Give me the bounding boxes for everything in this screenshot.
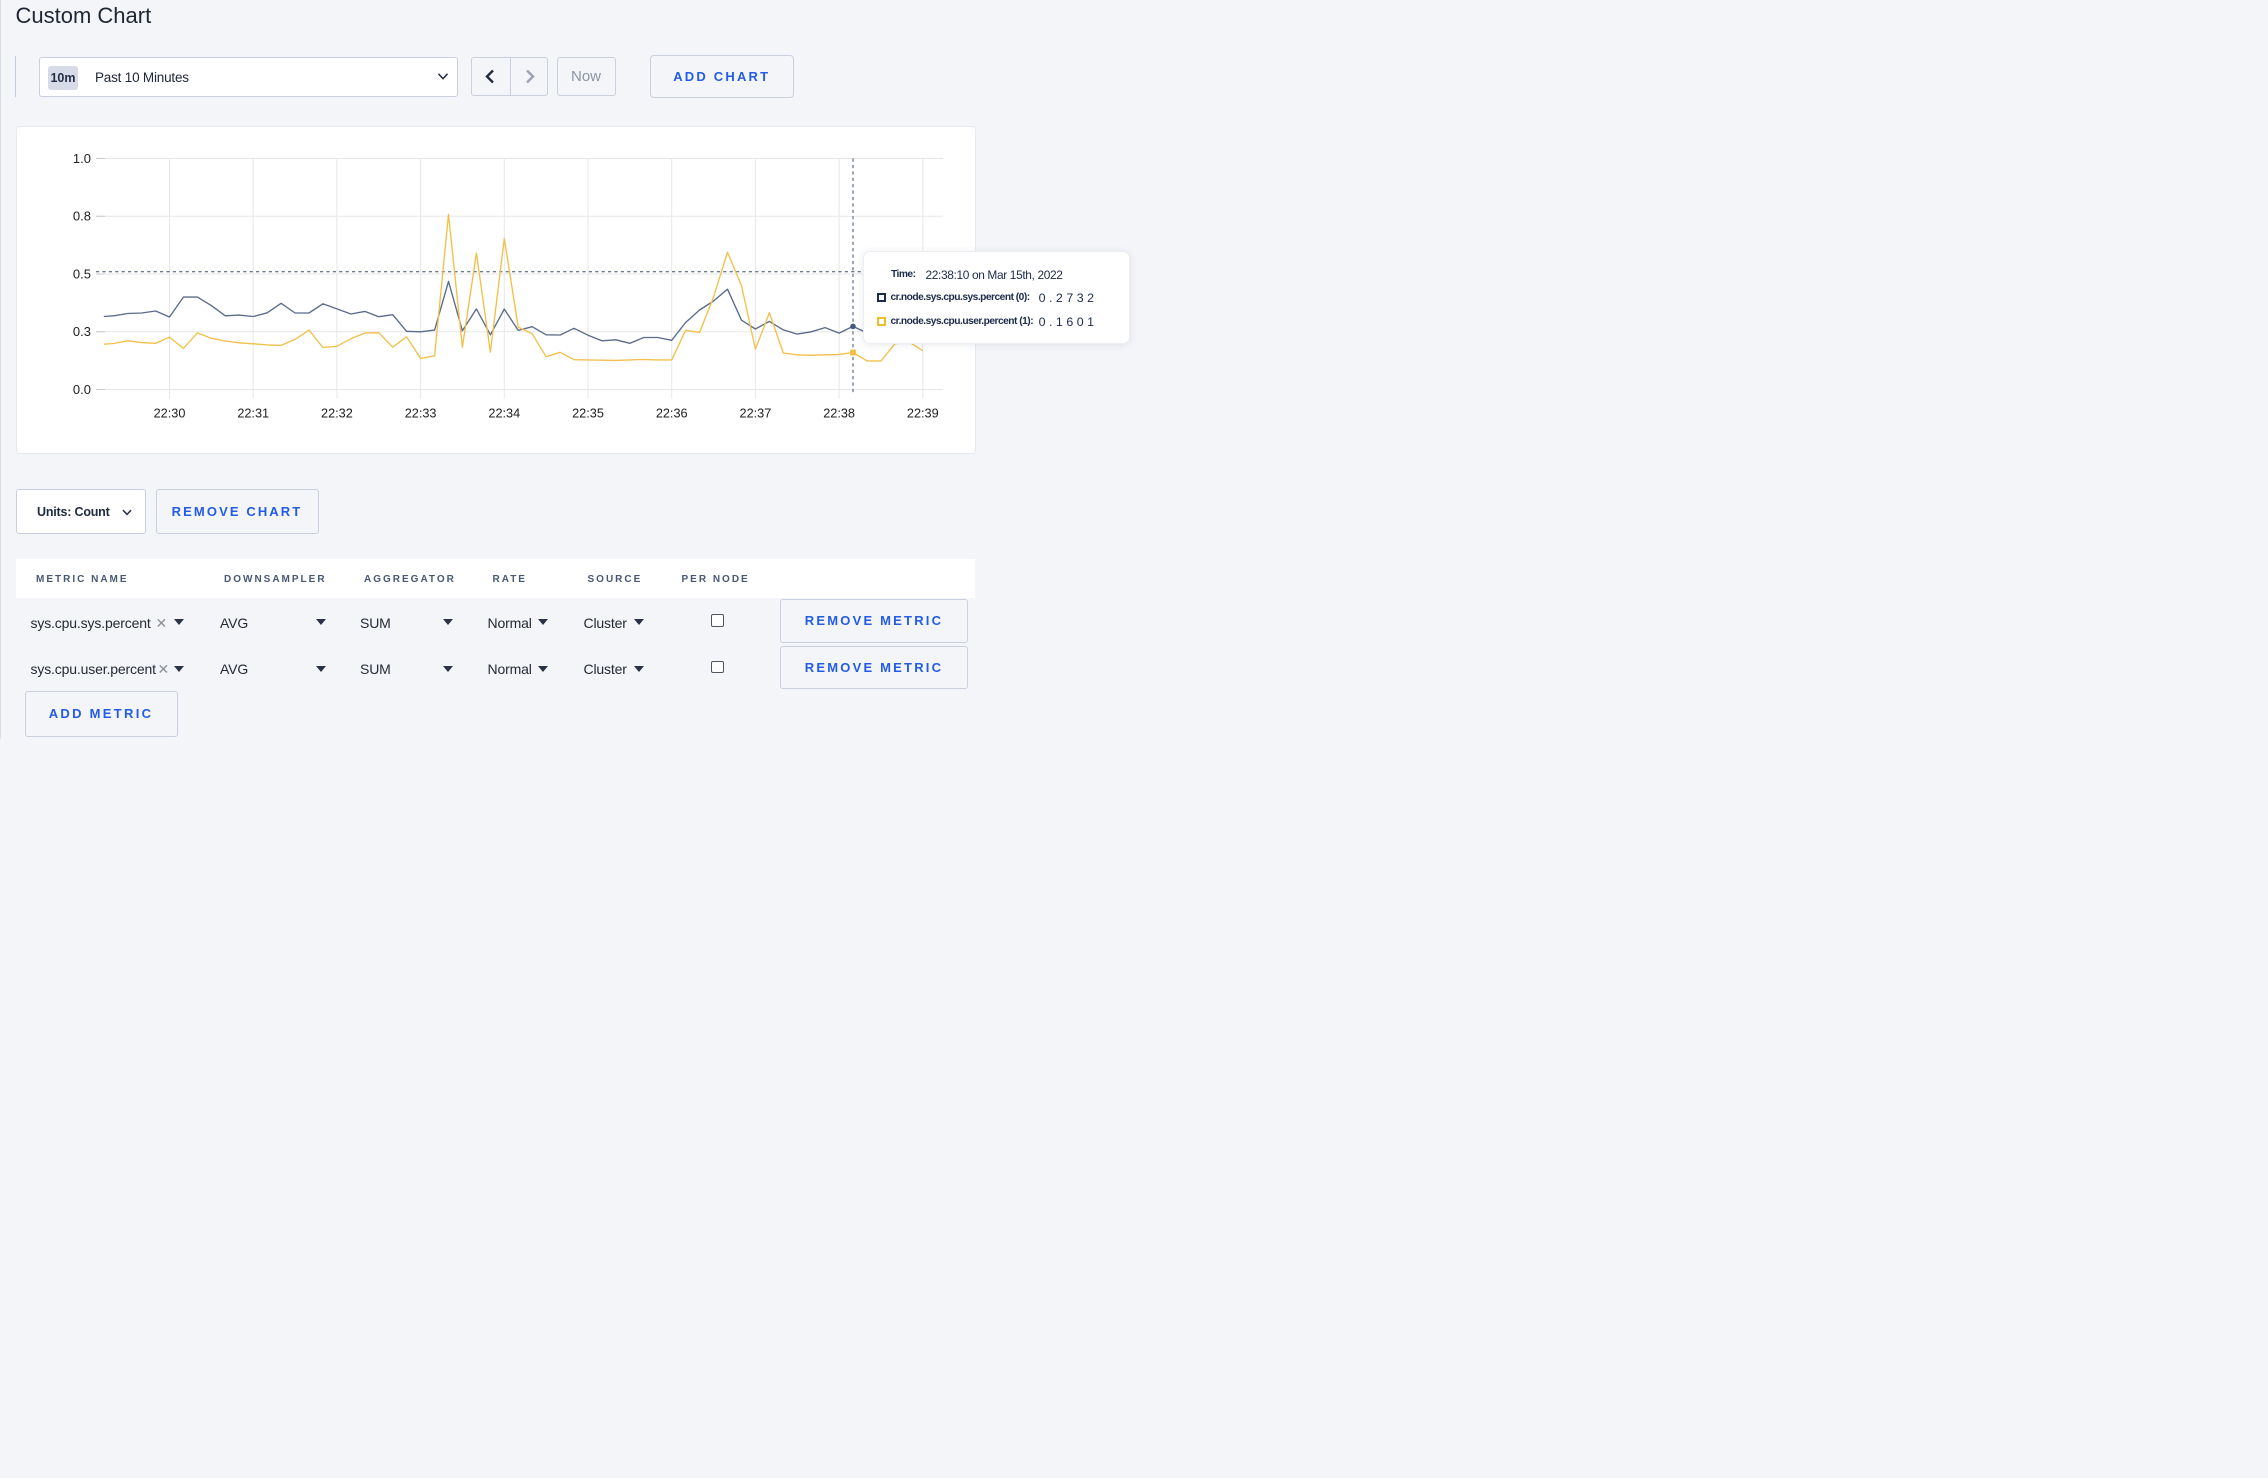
svg-text:22:34: 22:34 [488, 406, 520, 420]
svg-text:0.5: 0.5 [73, 266, 91, 281]
svg-text:0.3: 0.3 [73, 324, 91, 339]
svg-text:22:30: 22:30 [153, 406, 185, 420]
svg-text:22:39: 22:39 [907, 406, 939, 420]
svg-text:0.8: 0.8 [73, 208, 91, 223]
svg-text:22:32: 22:32 [321, 406, 353, 420]
svg-text:22:38: 22:38 [823, 406, 855, 420]
svg-text:0.0: 0.0 [73, 381, 91, 396]
svg-text:22:37: 22:37 [739, 406, 771, 420]
svg-text:22:33: 22:33 [404, 406, 436, 420]
svg-text:22:36: 22:36 [656, 406, 688, 420]
svg-text:22:31: 22:31 [237, 406, 269, 420]
svg-text:1.0: 1.0 [73, 150, 91, 165]
svg-text:22:35: 22:35 [572, 406, 604, 420]
